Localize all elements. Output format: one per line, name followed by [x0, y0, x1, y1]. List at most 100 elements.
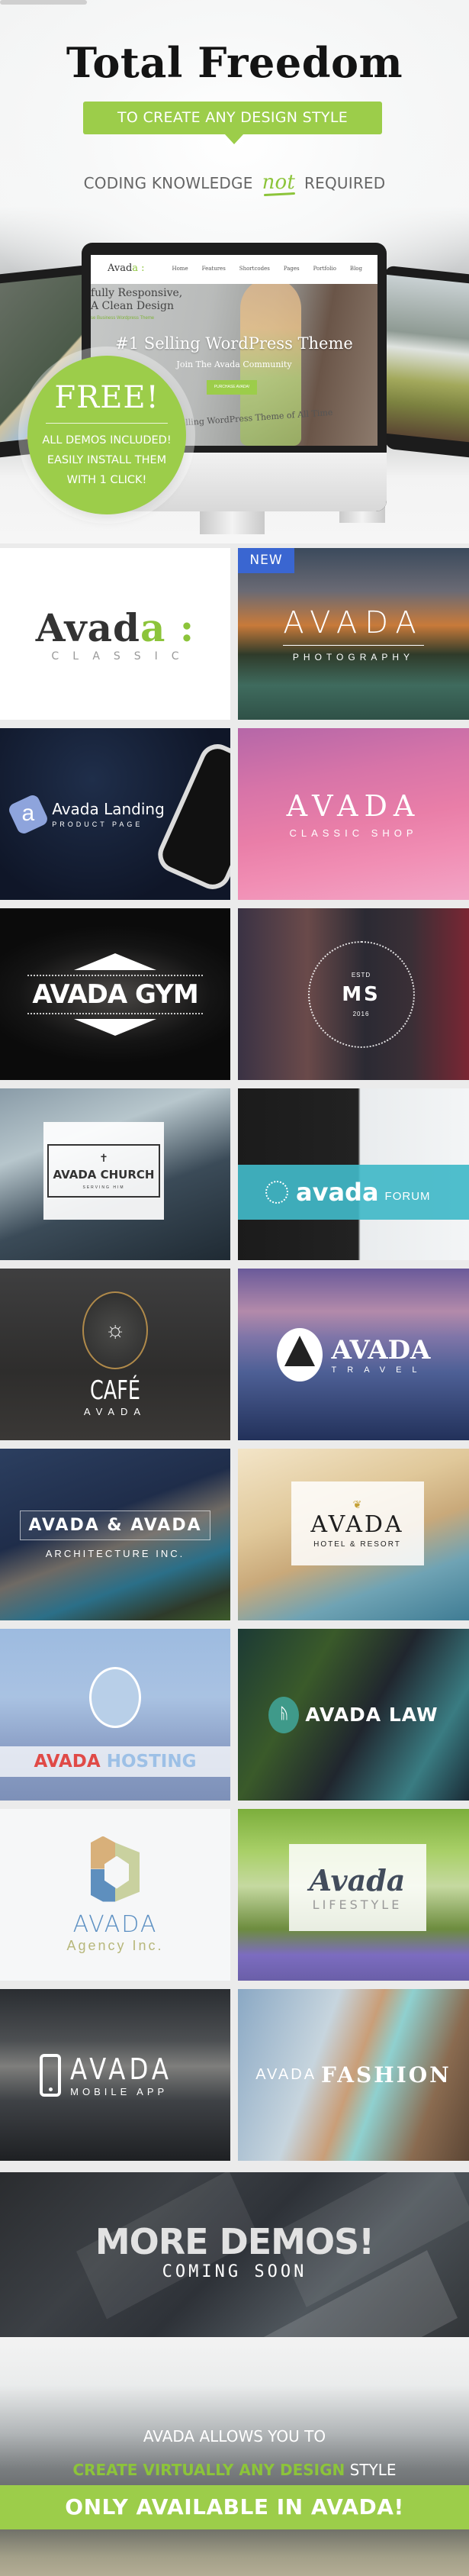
demo-title: Avada Landing: [52, 800, 165, 818]
demo-tile-modern-shop[interactable]: ESTD MS 2016: [238, 908, 469, 1080]
demo-tile-church[interactable]: ✝ AVADA CHURCH SERVING HIM: [0, 1088, 230, 1260]
demo-tile-mobile-app[interactable]: AVADA MOBILE APP: [0, 1989, 230, 2161]
gym-chevron-down-icon: [74, 1018, 156, 1036]
screen-nav-shortcodes: Shortcodes: [239, 266, 270, 272]
demo-subtitle: SERVING HIM: [82, 1185, 125, 1190]
closing-line-1: AVADA ALLOWS YOU TO: [143, 2427, 326, 2445]
screen-nav-pages: Pages: [283, 266, 300, 272]
screen-navbar: Avada : Home Features Shortcodes Pages P…: [91, 255, 377, 284]
demo-subtitle: Agency Inc.: [66, 1937, 164, 1953]
free-badge-divider: [46, 423, 168, 424]
more-demos-title: MORE DEMOS!: [95, 2220, 374, 2262]
free-badge: FREE! ALL DEMOS INCLUDED! EASILY INSTALL…: [27, 356, 186, 514]
demo-title: AVADA: [310, 1510, 404, 1538]
screen-logo: Avada :: [108, 263, 145, 274]
demo-subtitle: LIFESTYLE: [312, 1897, 403, 1912]
free-badge-text: ALL DEMOS INCLUDED! EASILY INSTALL THEM …: [42, 434, 172, 486]
demo-tile-hotel[interactable]: ❦ AVADA HOTEL & RESORT: [238, 1449, 469, 1620]
screen-nav-blog: Blog: [349, 266, 362, 272]
people-icon: ᚥ: [268, 1696, 300, 1733]
demo-subtitle: FORUM: [384, 1189, 431, 1203]
demo-title: MS: [342, 982, 381, 1006]
demo-title: AVADA LAW: [305, 1704, 438, 1726]
demo-subtitle: TRAVEL: [331, 1365, 428, 1375]
hotel-card: ❦ AVADA HOTEL & RESORT: [291, 1481, 424, 1565]
new-badge: NEW: [238, 548, 294, 573]
demo-title: AVADA: [70, 2052, 173, 2086]
hero-subtitle-before: CODING KNOWLEDGE: [83, 174, 253, 192]
screen-side-green: se Business Wordpress Theme: [91, 316, 155, 321]
gym-chevron-up-icon: [74, 953, 156, 970]
main-monitor-base: [0, 0, 87, 5]
leaf-icon: ❦: [352, 1498, 362, 1510]
demo-tile-photography[interactable]: NEW AVADA PHOTOGRAPHY: [238, 548, 469, 720]
ms-estd: ESTD: [351, 971, 371, 978]
demo-subtitle: MOBILE APP: [70, 2086, 169, 2097]
demo-subtitle: ARCHITECTURE INC.: [45, 1547, 185, 1559]
church-card: ✝ AVADA CHURCH SERVING HIM: [43, 1121, 164, 1220]
screen-nav-home: Home: [172, 266, 188, 272]
demo-subtitle: CLASSIC SHOP: [289, 827, 418, 839]
demo-tile-fashion[interactable]: AVADA FASHION: [238, 1989, 469, 2161]
demo-tile-gym[interactable]: AVADA GYM: [0, 908, 230, 1080]
forum-band: avada FORUM: [238, 1165, 469, 1220]
demo-title: FASHION: [321, 2062, 451, 2088]
hero-tagline-pill: TO CREATE ANY DESIGN STYLE: [83, 102, 382, 144]
more-demos-banner: MORE DEMOS! COMING SOON: [0, 2172, 469, 2337]
screen-nav-portfolio: Portfolio: [313, 266, 336, 272]
demo-tile-hosting[interactable]: AVADA HOSTING: [0, 1629, 230, 1801]
demo-title: AVADA: [286, 789, 421, 823]
demo-title: AVADA HOSTING: [0, 1746, 230, 1777]
demo-tile-travel[interactable]: AVADA TRAVEL: [238, 1269, 469, 1440]
closing-line-2: CREATE VIRTUALLY ANY DESIGN STYLE: [72, 2461, 397, 2479]
hero-section: Total Freedom TO CREATE ANY DESIGN STYLE…: [0, 0, 469, 543]
hero-subtitle-after: REQUIRED: [304, 174, 386, 192]
demo-title: AVADA GYM: [27, 974, 203, 1014]
demo-title: AVADA: [72, 1910, 158, 1938]
demo-title: AVADA & AVADA: [20, 1510, 210, 1540]
closing-section: AVADA ALLOWS YOU TO CREATE VIRTUALLY ANY…: [0, 2337, 469, 2576]
smartphone-icon: [40, 2053, 62, 2097]
hero-subtitle-emphasis: not: [262, 171, 296, 194]
demo-subtitle: HOTEL & RESORT: [313, 1539, 401, 1549]
more-demos-subtitle: COMING SOON: [162, 2262, 307, 2281]
demo-title: Avada :: [35, 605, 195, 650]
demo-tile-landing[interactable]: a Avada Landing PRODUCT PAGE: [0, 728, 230, 900]
demo-tile-forum[interactable]: avada FORUM: [238, 1088, 469, 1260]
only-available-banner: ONLY AVAILABLE IN AVADA!: [0, 2485, 469, 2529]
forum-dots-icon: [265, 1181, 288, 1204]
demo-tile-law[interactable]: ᚥ AVADA LAW: [238, 1629, 469, 1801]
cross-shield-icon: ✝: [99, 1151, 108, 1164]
hexagon-logo-icon: [91, 1836, 140, 1902]
screen-side-text: fully Responsive, A Clean Design: [91, 287, 183, 312]
demo-subtitle: PHOTOGRAPHY: [292, 652, 415, 663]
main-monitor-stand: [200, 511, 265, 534]
demo-title: Avada: [309, 1862, 406, 1897]
screen-nav-features: Features: [201, 266, 226, 272]
cafe-emblem-icon: ☼: [82, 1291, 148, 1369]
ms-emblem: ESTD MS 2016: [307, 940, 415, 1048]
demo-prefix: AVADA: [255, 2066, 317, 2083]
demo-title: AVADA: [331, 1334, 431, 1365]
demo-tile-cafe[interactable]: ☼ CAFÉ AVADA: [0, 1269, 230, 1440]
demo-tile-lifestyle[interactable]: Avada LIFESTYLE: [238, 1809, 469, 1981]
promo-page: Total Freedom TO CREATE ANY DESIGN STYLE…: [0, 0, 469, 2576]
landing-logo-icon: a: [7, 792, 50, 836]
ms-year: 2016: [352, 1010, 370, 1017]
demo-tile-classic-shop[interactable]: AVADA CLASSIC SHOP: [238, 728, 469, 900]
lifestyle-card: Avada LIFESTYLE: [288, 1843, 426, 1931]
demo-tile-architecture[interactable]: AVADA & AVADA ARCHITECTURE INC.: [0, 1449, 230, 1620]
demo-tile-agency[interactable]: AVADA Agency Inc.: [0, 1809, 230, 1981]
mountain-emblem-icon: [276, 1327, 323, 1381]
right-monitor-screen: [385, 274, 469, 444]
demo-tile-classic[interactable]: Avada : CLASSIC: [0, 548, 230, 720]
demo-subtitle: PRODUCT PAGE: [52, 821, 143, 828]
free-badge-title: FREE!: [54, 380, 159, 415]
screen-headline: #1 Selling WordPress Theme: [115, 334, 353, 353]
demo-title: AVADA: [283, 605, 424, 646]
right-monitor-image: [385, 265, 469, 460]
demo-title: CAFÉ: [89, 1375, 141, 1406]
demo-title: AVADA CHURCH: [53, 1167, 155, 1182]
demo-title: avada: [296, 1178, 379, 1207]
mountain-flag-icon: [89, 1666, 141, 1728]
